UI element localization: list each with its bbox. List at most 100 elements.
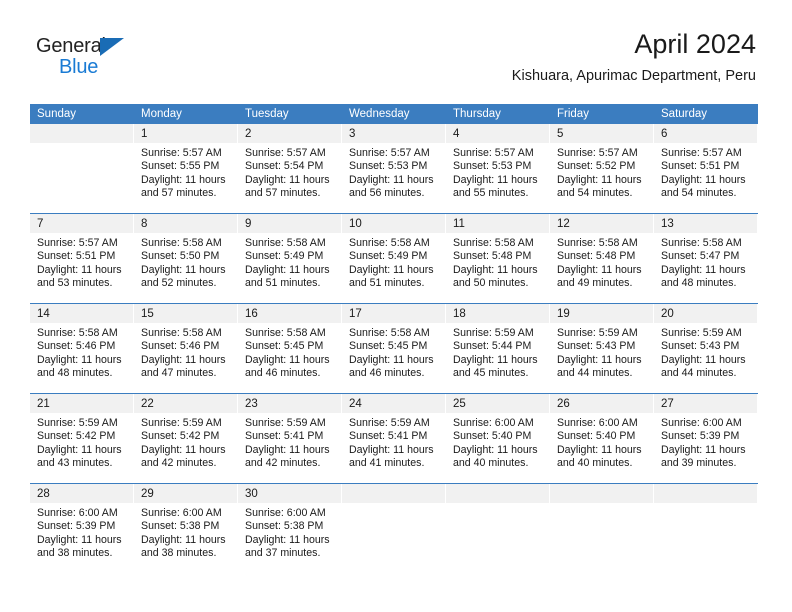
day-cell-27[interactable]: 27 Sunrise: 6:00 AM Sunset: 5:39 PM Dayligh… [654, 394, 758, 483]
day-detail-line: Sunset: 5:46 PM [37, 340, 116, 353]
day-cell-9[interactable]: 9 Sunrise: 5:58 AM Sunset: 5:49 PM Daylight… [238, 214, 342, 303]
day-cell-15[interactable]: 15 Sunrise: 5:58 AM Sunset: 5:46 PM Dayligh… [134, 304, 238, 393]
day-cell-28[interactable]: 28 Sunrise: 6:00 AM Sunset: 5:39 PM Dayligh… [30, 484, 134, 573]
day-number-strip: 8 [134, 214, 237, 233]
day-detail-line: Sunrise: 5:58 AM [141, 327, 222, 339]
day-number: 2 [245, 128, 252, 140]
day-details: Sunrise: 6:00 AM Sunset: 5:38 PM Daylight:… [238, 503, 341, 560]
day-cell-3[interactable]: 3 Sunrise: 5:57 AM Sunset: 5:53 PM Daylight… [342, 124, 446, 213]
day-cell-6[interactable]: 6 Sunrise: 5:57 AM Sunset: 5:51 PM Daylight… [654, 124, 758, 213]
logo-text-general: General [36, 35, 106, 57]
day-cell-1[interactable]: 1 Sunrise: 5:57 AM Sunset: 5:55 PM Daylight… [134, 124, 238, 213]
day-detail-line: Sunset: 5:41 PM [245, 430, 324, 443]
day-details: Sunrise: 5:58 AM Sunset: 5:45 PM Daylight:… [238, 323, 341, 380]
day-number-strip: 14 [30, 304, 133, 323]
day-number: 27 [661, 398, 674, 410]
day-number-strip: 5 [550, 124, 653, 143]
day-cell-26[interactable]: 26 Sunrise: 6:00 AM Sunset: 5:40 PM Dayligh… [550, 394, 654, 483]
day-cell-2[interactable]: 2 Sunrise: 5:57 AM Sunset: 5:54 PM Daylight… [238, 124, 342, 213]
day-details: Sunrise: 5:58 AM Sunset: 5:48 PM Daylight:… [550, 233, 653, 290]
day-cell-18[interactable]: 18 Sunrise: 5:59 AM Sunset: 5:44 PM Dayligh… [446, 304, 550, 393]
page-header: General Blue April 2024 Kishuara, Apurim… [0, 0, 792, 100]
day-cell-4[interactable]: 4 Sunrise: 5:57 AM Sunset: 5:53 PM Daylight… [446, 124, 550, 213]
day-number-strip: 3 [342, 124, 445, 143]
day-detail-line: Sunset: 5:50 PM [141, 250, 220, 263]
day-cell-16[interactable]: 16 Sunrise: 5:58 AM Sunset: 5:45 PM Dayligh… [238, 304, 342, 393]
day-cell-30[interactable]: 30 Sunrise: 6:00 AM Sunset: 5:38 PM Dayligh… [238, 484, 342, 573]
weekday-header-sunday: Sunday [37, 108, 77, 120]
day-detail-line: Sunrise: 5:59 AM [37, 417, 118, 429]
day-number: 16 [245, 308, 258, 320]
general-blue-logo[interactable]: General Blue [36, 36, 156, 82]
calendar-week-row: 1 Sunrise: 5:57 AM Sunset: 5:55 PM Daylight… [30, 124, 758, 214]
day-number-strip: 26 [550, 394, 653, 413]
day-cell-24[interactable]: 24 Sunrise: 5:59 AM Sunset: 5:41 PM Dayligh… [342, 394, 446, 483]
day-number-strip: 6 [654, 124, 757, 143]
day-detail-line: Daylight: 11 hours [349, 443, 434, 456]
day-cell-5[interactable]: 5 Sunrise: 5:57 AM Sunset: 5:52 PM Daylight… [550, 124, 654, 213]
day-detail-line: and 57 minutes. [141, 186, 217, 199]
calendar-week-row: 14 Sunrise: 5:58 AM Sunset: 5:46 PM Dayligh… [30, 304, 758, 394]
day-detail-line: Sunset: 5:53 PM [453, 160, 532, 173]
day-number-strip [30, 124, 133, 143]
day-details [654, 503, 757, 507]
day-details: Sunrise: 5:59 AM Sunset: 5:43 PM Daylight:… [654, 323, 757, 380]
day-number-strip: 25 [446, 394, 549, 413]
day-cell-13[interactable]: 13 Sunrise: 5:58 AM Sunset: 5:47 PM Dayligh… [654, 214, 758, 303]
day-number-strip: 29 [134, 484, 237, 503]
day-number-strip: 4 [446, 124, 549, 143]
day-number-strip [446, 484, 549, 503]
day-details: Sunrise: 5:59 AM Sunset: 5:41 PM Daylight:… [238, 413, 341, 470]
day-number: 11 [453, 218, 465, 230]
day-details: Sunrise: 5:58 AM Sunset: 5:46 PM Daylight:… [30, 323, 133, 380]
day-cell-empty [654, 484, 758, 573]
day-detail-line: Daylight: 11 hours [453, 173, 538, 186]
day-cell-10[interactable]: 10 Sunrise: 5:58 AM Sunset: 5:49 PM Dayligh… [342, 214, 446, 303]
day-detail-line: Sunset: 5:55 PM [141, 160, 220, 173]
day-number: 6 [661, 128, 668, 140]
day-details: Sunrise: 5:58 AM Sunset: 5:46 PM Daylight:… [134, 323, 237, 380]
day-detail-line: Sunrise: 5:59 AM [245, 417, 326, 429]
day-detail-line: Daylight: 11 hours [453, 353, 538, 366]
day-detail-line: Sunset: 5:51 PM [661, 160, 740, 173]
day-number-strip: 27 [654, 394, 757, 413]
day-cell-11[interactable]: 11 Sunrise: 5:58 AM Sunset: 5:48 PM Dayligh… [446, 214, 550, 303]
day-detail-line: Sunrise: 5:59 AM [557, 327, 638, 339]
day-cell-12[interactable]: 12 Sunrise: 5:58 AM Sunset: 5:48 PM Dayligh… [550, 214, 654, 303]
day-number: 7 [37, 218, 44, 230]
day-detail-line: Daylight: 11 hours [141, 263, 226, 276]
day-cell-23[interactable]: 23 Sunrise: 5:59 AM Sunset: 5:41 PM Dayligh… [238, 394, 342, 483]
day-number-strip: 1 [134, 124, 237, 143]
day-cell-17[interactable]: 17 Sunrise: 5:58 AM Sunset: 5:45 PM Dayligh… [342, 304, 446, 393]
day-detail-line: Sunrise: 5:58 AM [245, 237, 326, 249]
day-detail-line: and 54 minutes. [661, 186, 737, 199]
day-number-strip: 22 [134, 394, 237, 413]
calendar-body: 1 Sunrise: 5:57 AM Sunset: 5:55 PM Daylight… [30, 124, 758, 573]
day-details: Sunrise: 5:57 AM Sunset: 5:53 PM Daylight:… [342, 143, 445, 200]
title-block: April 2024 Kishuara, Apurimac Department… [512, 28, 756, 86]
day-cell-8[interactable]: 8 Sunrise: 5:58 AM Sunset: 5:50 PM Daylight… [134, 214, 238, 303]
day-cell-21[interactable]: 21 Sunrise: 5:59 AM Sunset: 5:42 PM Dayligh… [30, 394, 134, 483]
day-detail-line: and 55 minutes. [453, 186, 529, 199]
day-number-strip: 12 [550, 214, 653, 233]
day-number: 29 [141, 488, 154, 500]
day-detail-line: Sunrise: 6:00 AM [245, 507, 326, 519]
day-detail-line: and 48 minutes. [661, 276, 737, 289]
day-cell-20[interactable]: 20 Sunrise: 5:59 AM Sunset: 5:43 PM Dayligh… [654, 304, 758, 393]
day-cell-19[interactable]: 19 Sunrise: 5:59 AM Sunset: 5:43 PM Dayligh… [550, 304, 654, 393]
day-cell-7[interactable]: 7 Sunrise: 5:57 AM Sunset: 5:51 PM Daylight… [30, 214, 134, 303]
day-cell-14[interactable]: 14 Sunrise: 5:58 AM Sunset: 5:46 PM Dayligh… [30, 304, 134, 393]
day-detail-line: Sunrise: 5:58 AM [453, 237, 534, 249]
day-detail-line: and 41 minutes. [349, 456, 425, 469]
day-cell-29[interactable]: 29 Sunrise: 6:00 AM Sunset: 5:38 PM Dayligh… [134, 484, 238, 573]
day-detail-line: Sunrise: 5:58 AM [37, 327, 118, 339]
day-detail-line: and 42 minutes. [245, 456, 321, 469]
weekday-header-wednesday: Wednesday [349, 108, 410, 120]
day-number-strip: 13 [654, 214, 757, 233]
day-number-strip: 9 [238, 214, 341, 233]
day-cell-25[interactable]: 25 Sunrise: 6:00 AM Sunset: 5:40 PM Dayligh… [446, 394, 550, 483]
day-detail-line: and 53 minutes. [37, 276, 113, 289]
day-detail-line: Sunset: 5:42 PM [141, 430, 220, 443]
day-cell-22[interactable]: 22 Sunrise: 5:59 AM Sunset: 5:42 PM Dayligh… [134, 394, 238, 483]
day-detail-line: Sunrise: 6:00 AM [661, 417, 742, 429]
